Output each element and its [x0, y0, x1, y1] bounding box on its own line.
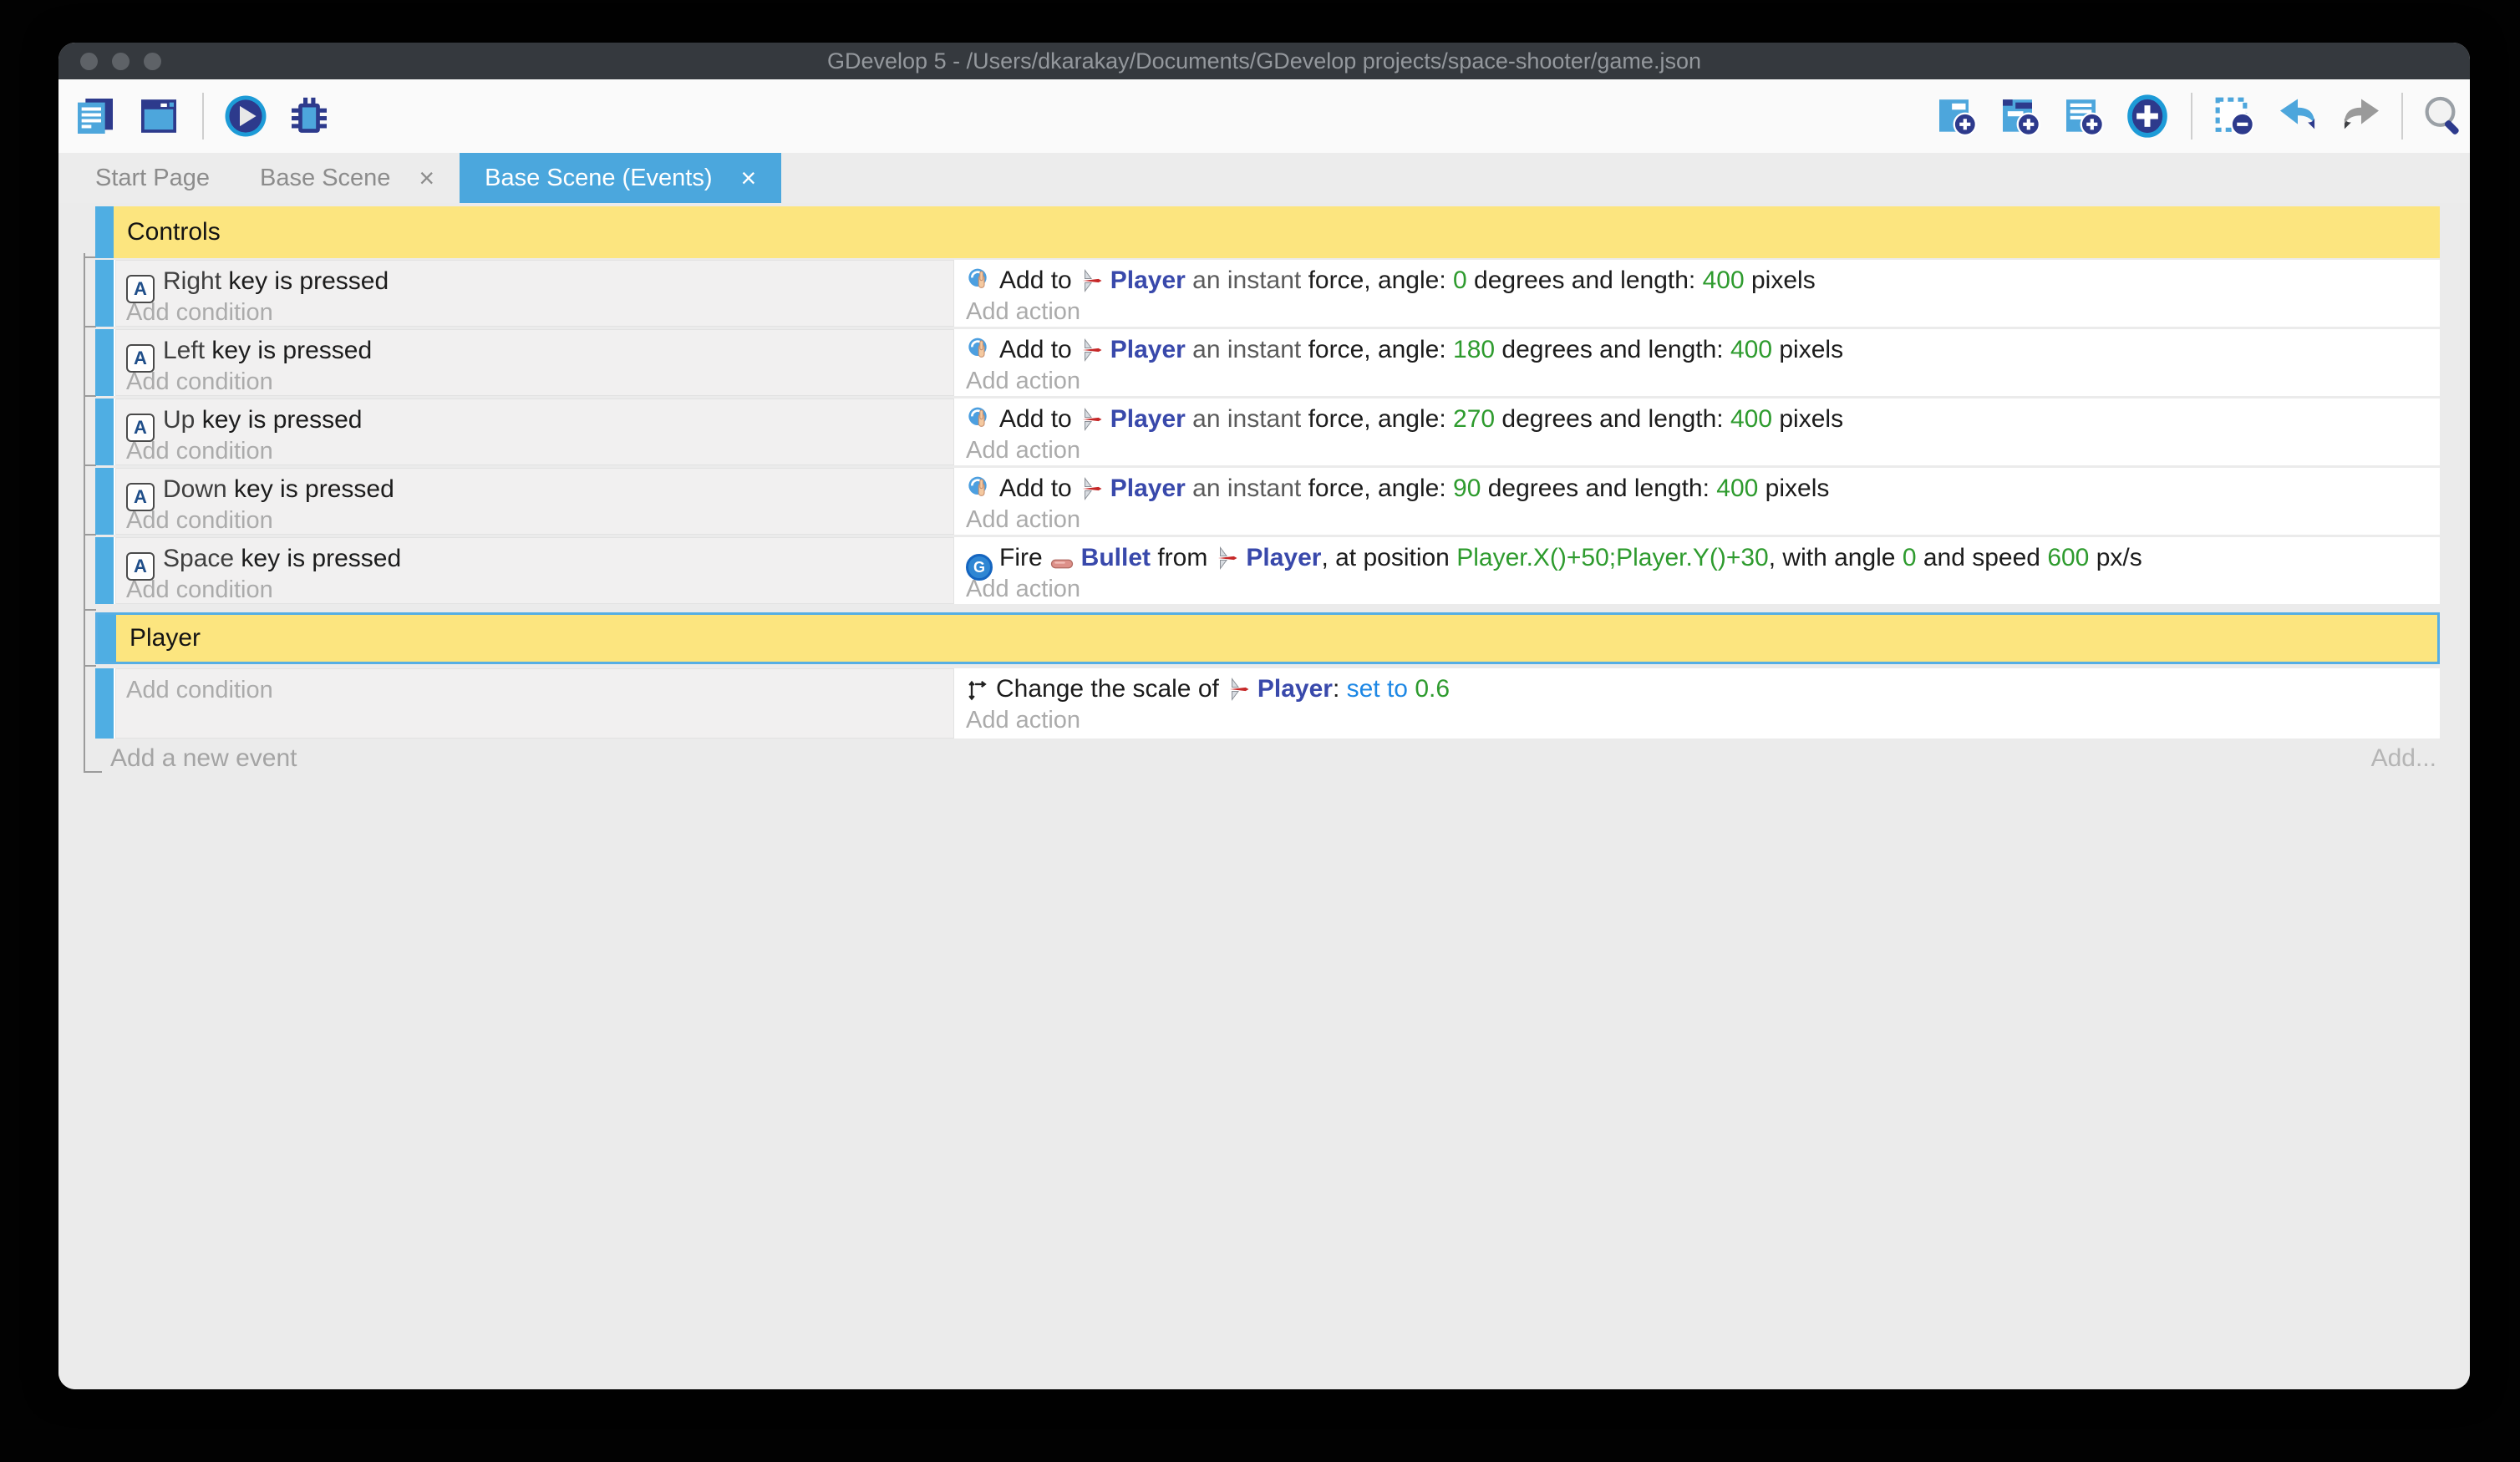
event-selection-bar: [95, 468, 114, 535]
gdevelop-window: GDevelop 5 - /Users/dkarakay/Documents/G…: [58, 43, 2470, 1389]
add-condition-button[interactable]: Add condition: [126, 368, 953, 396]
debug-icon[interactable]: [286, 93, 333, 140]
player-object-icon: [1079, 268, 1104, 293]
toolbar-divider: [2401, 93, 2403, 140]
player-object-icon: [1214, 546, 1239, 571]
player-object-icon: [1079, 338, 1104, 363]
group-title: Controls: [127, 218, 221, 246]
actions-cell[interactable]: GFireBullet fromPlayer, at position Play…: [954, 537, 2440, 604]
event-tree-tick: [84, 326, 96, 327]
events-sheet: Controls ARight key is pressed Add condi…: [58, 203, 2470, 1389]
player-object-icon: [1079, 407, 1104, 432]
tab-label: Base Scene: [260, 165, 390, 192]
event-row[interactable]: ASpace key is pressed Add condition GFir…: [95, 537, 2440, 604]
add-more-button[interactable]: [2124, 93, 2171, 140]
add-sub-event-button[interactable]: [1997, 93, 2044, 140]
redo-button[interactable]: [2338, 93, 2385, 140]
add-condition-button[interactable]: Add condition: [126, 673, 953, 707]
force-icon: [966, 336, 993, 363]
toolbar-divider: [202, 93, 204, 140]
conditions-cell[interactable]: ARight key is pressed Add condition: [115, 260, 954, 327]
add-action-button[interactable]: Add action: [966, 706, 2440, 734]
actions-cell[interactable]: Add toPlayer an instant force, angle: 27…: [954, 398, 2440, 465]
force-icon: [966, 267, 993, 293]
tab-base-scene-events[interactable]: Base Scene (Events) ×: [460, 153, 781, 203]
add-action-button[interactable]: Add action: [966, 505, 2440, 534]
event-group-controls[interactable]: Controls: [95, 206, 2440, 258]
conditions-cell[interactable]: ADown key is pressed Add condition: [115, 468, 954, 535]
add-comment-button[interactable]: [2060, 93, 2107, 140]
conditions-cell[interactable]: Add condition: [115, 668, 954, 739]
add-condition-button[interactable]: Add condition: [126, 298, 953, 327]
undo-button[interactable]: [2274, 93, 2321, 140]
actions-cell[interactable]: Add toPlayer an instant force, angle: 18…: [954, 329, 2440, 396]
actions-cell[interactable]: Change the scale ofPlayer: set to 0.6 Ad…: [954, 668, 2440, 739]
add-action-button[interactable]: Add action: [966, 367, 2440, 395]
add-more-button[interactable]: Add...: [2371, 744, 2436, 773]
editor-tab-bar: Start Page Base Scene × Base Scene (Even…: [58, 153, 2470, 203]
actions-cell[interactable]: Add toPlayer an instant force, angle: 90…: [954, 468, 2440, 535]
conditions-cell[interactable]: ASpace key is pressed Add condition: [115, 537, 954, 604]
event-tree-tick: [84, 771, 102, 773]
player-object-icon: [1226, 677, 1251, 702]
main-toolbar: [58, 79, 2470, 153]
event-tree-line: [84, 253, 85, 773]
close-tab-icon[interactable]: ×: [419, 165, 434, 191]
title-bar[interactable]: GDevelop 5 - /Users/dkarakay/Documents/G…: [58, 43, 2470, 79]
event-selection-bar: [95, 668, 114, 739]
screenshot-stage: GDevelop 5 - /Users/dkarakay/Documents/G…: [0, 0, 2520, 1462]
add-condition-button[interactable]: Add condition: [126, 506, 953, 535]
tab-label: Start Page: [95, 165, 210, 192]
search-button[interactable]: [2420, 93, 2467, 140]
conditions-cell[interactable]: AUp key is pressed Add condition: [115, 398, 954, 465]
event-selection-bar: [95, 329, 114, 396]
event-tree-tick: [84, 464, 96, 466]
close-tab-icon[interactable]: ×: [741, 165, 757, 191]
delete-selection-button[interactable]: [2211, 93, 2258, 140]
event-selection-bar: [98, 615, 116, 662]
actions-cell[interactable]: Add toPlayer an instant force, angle: 0 …: [954, 260, 2440, 327]
project-manager-icon[interactable]: [72, 93, 119, 140]
add-action-button[interactable]: Add action: [966, 575, 2440, 603]
event-selection-bar: [95, 398, 114, 465]
add-condition-button[interactable]: Add condition: [126, 576, 953, 604]
bullet-object-icon: [1049, 557, 1075, 571]
add-new-event-button[interactable]: Add a new event: [110, 744, 297, 773]
add-action-button[interactable]: Add action: [966, 436, 2440, 464]
event-selection-bar: [95, 537, 114, 604]
event-selection-bar: [95, 260, 114, 327]
event-tree-tick: [84, 609, 96, 611]
add-event-button[interactable]: [1933, 93, 1980, 140]
force-icon: [966, 475, 993, 501]
event-selection-bar: [95, 206, 114, 258]
tab-label: Base Scene (Events): [485, 165, 712, 192]
event-group-player[interactable]: Player: [95, 612, 2440, 664]
tab-start-page[interactable]: Start Page: [70, 153, 235, 203]
event-row[interactable]: AUp key is pressed Add condition Add toP…: [95, 398, 2440, 465]
event-row[interactable]: ADown key is pressed Add condition Add t…: [95, 468, 2440, 535]
scale-icon: [966, 678, 989, 702]
conditions-cell[interactable]: ALeft key is pressed Add condition: [115, 329, 954, 396]
player-object-icon: [1079, 476, 1104, 501]
add-action-button[interactable]: Add action: [966, 297, 2440, 326]
event-row[interactable]: ALeft key is pressed Add condition Add t…: [95, 329, 2440, 396]
add-condition-button[interactable]: Add condition: [126, 437, 953, 465]
window-title: GDevelop 5 - /Users/dkarakay/Documents/G…: [58, 43, 2470, 79]
event-tree-tick: [84, 665, 96, 667]
event-tree-tick: [84, 534, 96, 536]
event-row[interactable]: ARight key is pressed Add condition Add …: [95, 260, 2440, 327]
scene-editor-icon[interactable]: [135, 93, 182, 140]
group-title: Player: [130, 624, 201, 652]
event-tree-tick: [84, 395, 96, 397]
event-row[interactable]: Add condition Change the scale ofPlayer:…: [95, 668, 2440, 739]
toolbar-divider: [2191, 93, 2192, 140]
event-tree-tick: [84, 256, 96, 258]
tab-base-scene[interactable]: Base Scene ×: [235, 153, 460, 203]
play-button[interactable]: [222, 93, 269, 140]
force-icon: [966, 405, 993, 432]
